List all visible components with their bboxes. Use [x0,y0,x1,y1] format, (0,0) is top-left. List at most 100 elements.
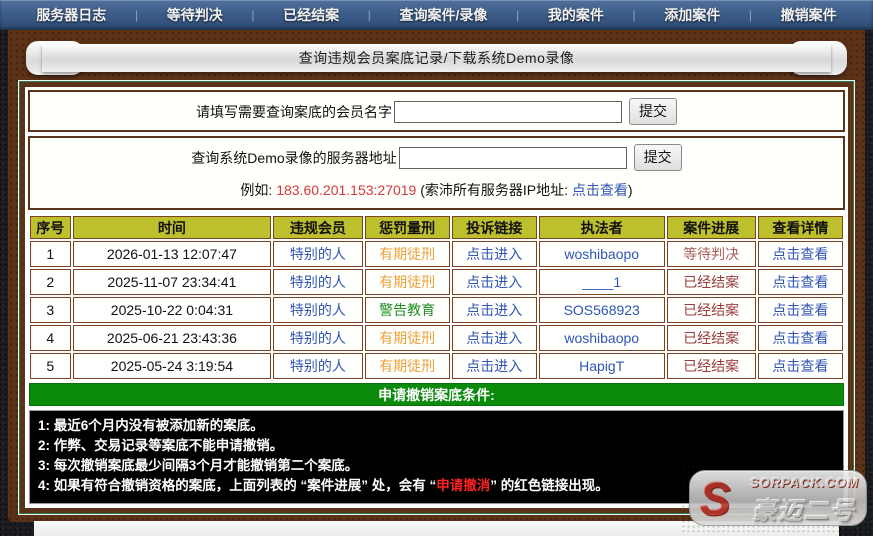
cell-member-link[interactable]: 特别的人 [273,297,362,323]
cell-complaint-link[interactable]: 点击进入 [452,353,537,379]
example-note-prefix: (索沛所有服务器IP地址: [416,182,572,198]
cell-member-link[interactable]: 特别的人 [273,269,362,295]
revoke-rule-line: 1: 最近6个月内没有被添加新的案底。 [38,416,835,436]
cell-detail-link[interactable]: 点击查看 [758,353,843,379]
cell-case-number: 1 [30,241,71,267]
nav-divider: | [632,8,635,22]
title-ribbon: 查询违规会员案底记录/下载系统Demo录像 [26,43,847,73]
nav-divider: | [516,8,519,22]
table-header-cell: 时间 [73,216,272,239]
revoke-conditions-bar: 申请撤销案底条件: [29,383,844,406]
revoke-highlight-red-text: 申请撤消 [436,478,490,493]
cell-case-number: 4 [30,325,71,351]
nav-item-5[interactable]: 我的案件 [548,5,604,25]
table-header-cell: 违规会员 [273,216,362,239]
cell-case-time: 2025-10-22 0:04:31 [73,297,272,323]
table-header-cell: 执法者 [539,216,665,239]
table-header-cell: 案件进展 [667,216,756,239]
example-prefix: 例如: [240,182,276,198]
cell-enforcer-link[interactable]: woshibaopo [539,325,665,351]
nav-item-6[interactable]: 添加案件 [664,5,720,25]
ribbon-band: 查询违规会员案底记录/下载系统Demo录像 [42,44,831,72]
revoke-rule-line: 2: 作弊、交易记录等案底不能申请撤销。 [38,436,835,456]
server-ip-list-link[interactable]: 点击查看 [572,182,628,198]
page-root: { "nav": { "items": ["服务器日志", "等待判决", "已… [0,0,873,536]
nav-item-2[interactable]: 等待判决 [167,5,223,25]
cell-punishment: 有期徒刑 [365,269,450,295]
demo-query-box: 查询系统Demo录像的服务器地址 提交 例如: 183.60.201.153:2… [28,136,845,210]
cell-member-link[interactable]: 特别的人 [273,241,362,267]
demo-query-label: 查询系统Demo录像的服务器地址 [191,148,396,168]
cell-enforcer-link[interactable]: woshibaopo [539,241,665,267]
revoke-conditions-title: 申请撤销案底条件: [378,385,495,405]
table-row: 22025-11-07 23:34:41特别的人有期徒刑点击进入____1已经结… [30,269,843,295]
cell-member-link[interactable]: 特别的人 [273,325,362,351]
nav-item-7[interactable]: 撤销案件 [781,5,837,25]
nav-item-4[interactable]: 查询案件/录像 [400,5,488,25]
cell-enforcer-link[interactable]: HapigT [539,353,665,379]
cell-case-status: 已经结案 [667,325,756,351]
example-note-suffix: ) [628,182,633,198]
revoke-rule-text: 3: 每次撤销案底最少间隔3个月才能撤销第二个案底。 [38,458,358,473]
example-ip-address: 183.60.201.153:27019 [276,182,416,198]
table-body: 12026-01-13 12:07:47特别的人有期徒刑点击进入woshibao… [30,241,843,379]
cell-case-number: 2 [30,269,71,295]
cell-case-time: 2025-11-07 23:34:41 [73,269,272,295]
cell-detail-link[interactable]: 点击查看 [758,241,843,267]
cell-detail-link[interactable]: 点击查看 [758,325,843,351]
revoke-rule-text: ” 的红色链接出现。 [490,478,609,493]
demo-query-submit-button[interactable]: 提交 [634,144,682,171]
nav-divider: | [749,8,752,22]
nav-divider: | [251,8,254,22]
cell-punishment: 有期徒刑 [365,241,450,267]
cell-member-link[interactable]: 特别的人 [273,353,362,379]
sorpack-s-icon: S [700,475,744,523]
table-header-cell: 序号 [30,216,71,239]
page-title: 查询违规会员案底记录/下载系统Demo录像 [299,48,575,68]
member-query-box: 请填写需要查询案底的会员名字 提交 [28,90,845,132]
content-green-border: 请填写需要查询案底的会员名字 提交 查询系统Demo录像的服务器地址 提交 例如… [19,81,854,514]
nav-item-3[interactable]: 已经结案 [283,5,339,25]
case-records-table: 序号时间违规会员惩罚量刑投诉链接执法者案件进展查看详情 12026-01-13 … [28,214,845,381]
top-navbar: 服务器日志|等待判决|已经结案|查询案件/录像|我的案件|添加案件|撤销案件 [0,0,873,30]
member-query-label: 请填写需要查询案底的会员名字 [196,102,392,122]
watermark-site-text: SORPACK.COM [750,475,859,490]
table-row: 12026-01-13 12:07:47特别的人有期徒刑点击进入woshibao… [30,241,843,267]
table-row: 52025-05-24 3:19:54特别的人有期徒刑点击进入HapigT已经结… [30,353,843,379]
nav-item-1[interactable]: 服务器日志 [36,5,106,25]
revoke-rule-text: 1: 最近6个月内没有被添加新的案底。 [38,418,264,433]
revoke-rule-text: 4: 如果有符合撤销资格的案底，上面列表的 “案件进展” 处，会有 “ [38,478,436,493]
cell-complaint-link[interactable]: 点击进入 [452,325,537,351]
member-query-submit-button[interactable]: 提交 [629,98,677,125]
table-header-cell: 查看详情 [758,216,843,239]
nav-divider: | [368,8,371,22]
cell-complaint-link[interactable]: 点击进入 [452,269,537,295]
content-frame: 请填写需要查询案底的会员名字 提交 查询系统Demo录像的服务器地址 提交 例如… [18,80,855,515]
cell-punishment: 警告教育 [365,297,450,323]
table-row: 32025-10-22 0:04:31特别的人警告教育点击进入SOS568923… [30,297,843,323]
cell-detail-link[interactable]: 点击查看 [758,269,843,295]
example-line: 例如: 183.60.201.153:27019 (索沛所有服务器IP地址: 点… [240,176,632,208]
cell-punishment: 有期徒刑 [365,353,450,379]
table-header-row: 序号时间违规会员惩罚量刑投诉链接执法者案件进展查看详情 [30,216,843,239]
cell-case-number: 3 [30,297,71,323]
cell-enforcer-link[interactable]: SOS568923 [539,297,665,323]
watermark-pill: S SORPACK.COM 豪迈二号 [689,470,867,526]
cell-punishment: 有期徒刑 [365,325,450,351]
server-address-input[interactable] [399,147,627,169]
cell-case-number: 5 [30,353,71,379]
main-panel: 查询违规会员案底记录/下载系统Demo录像 请填写需要查询案底的会员名字 提交 … [8,30,865,522]
table-header-cell: 惩罚量刑 [365,216,450,239]
cell-complaint-link[interactable]: 点击进入 [452,297,537,323]
cell-enforcer-link[interactable]: ____1 [539,269,665,295]
table-header-cell: 投诉链接 [452,216,537,239]
table-row: 42025-06-21 23:43:36特别的人有期徒刑点击进入woshibao… [30,325,843,351]
revoke-rule-text: 2: 作弊、交易记录等案底不能申请撤销。 [38,438,283,453]
cell-detail-link[interactable]: 点击查看 [758,297,843,323]
cell-case-time: 2026-01-13 12:07:47 [73,241,272,267]
content-area: 请填写需要查询案底的会员名字 提交 查询系统Demo录像的服务器地址 提交 例如… [20,82,853,513]
cell-case-status: 已经结案 [667,297,756,323]
cell-complaint-link[interactable]: 点击进入 [452,241,537,267]
cell-case-status: 已经结案 [667,353,756,379]
member-name-input[interactable] [394,101,622,123]
